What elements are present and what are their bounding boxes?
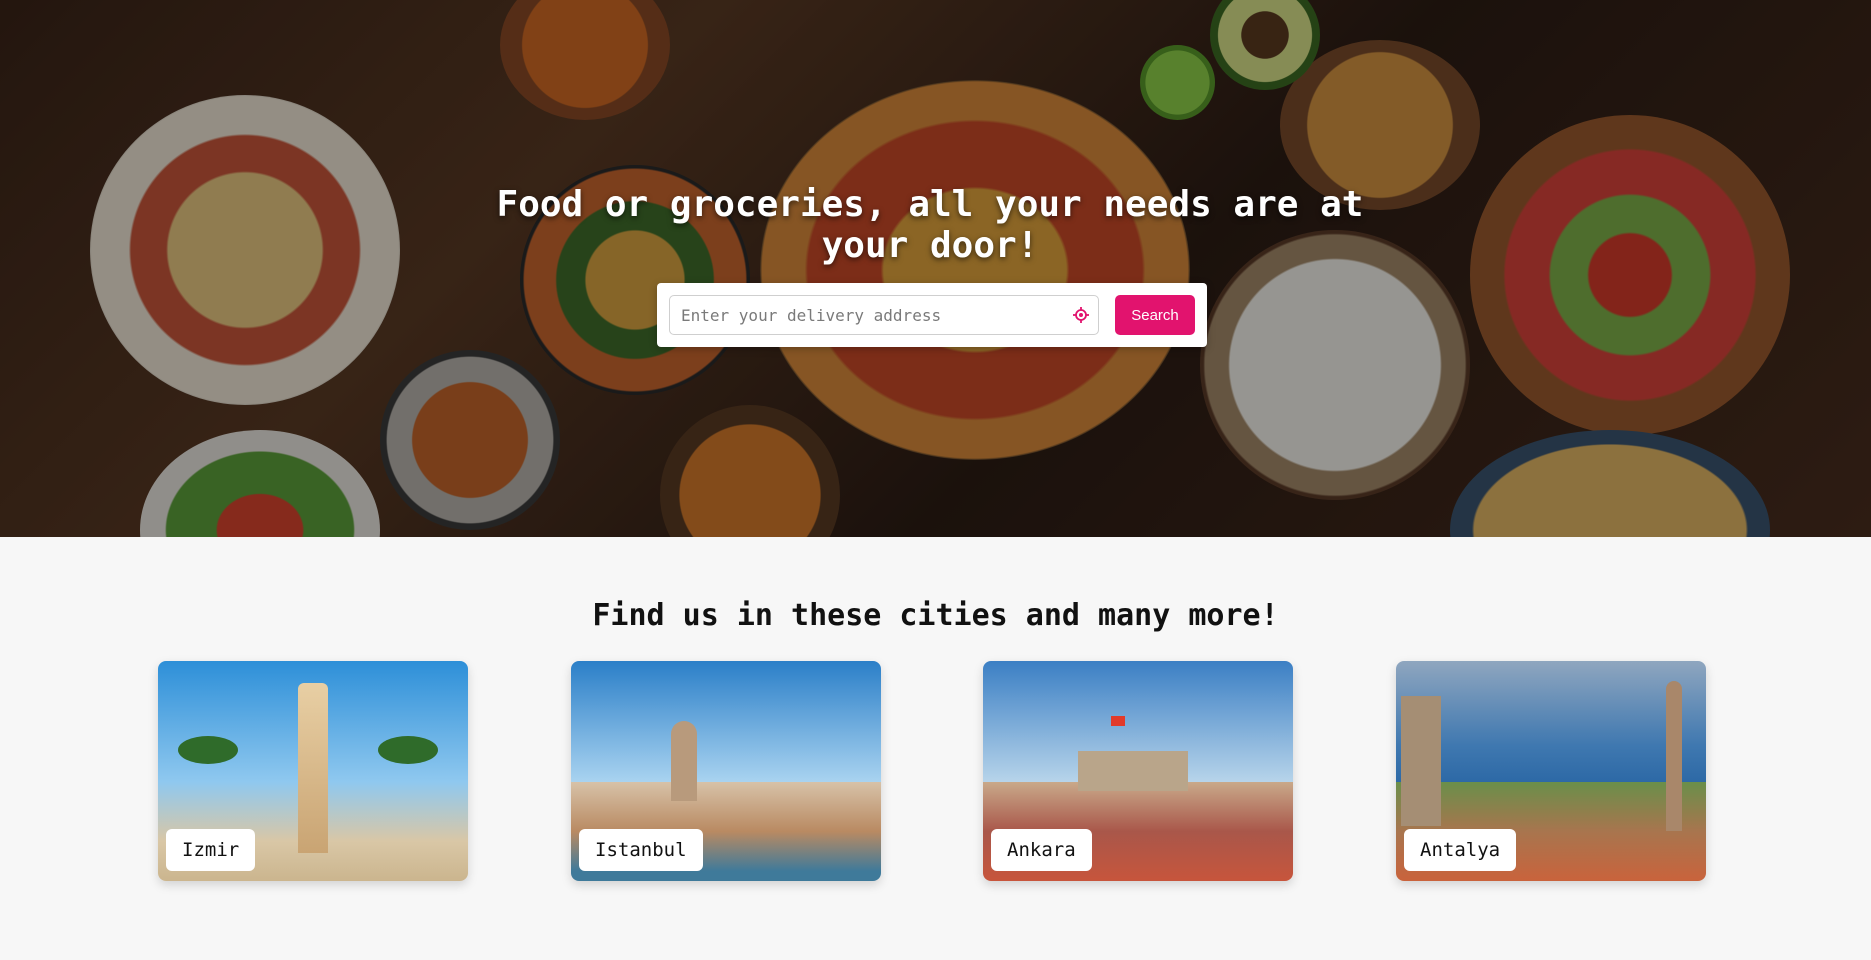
hero-title: Food or groceries, all your needs are at… [496,184,1364,266]
city-card-izmir[interactable]: Izmir [158,661,468,881]
minaret-image [1666,681,1682,831]
antalya-sea-image [1396,661,1706,782]
delivery-address-input[interactable] [669,295,1099,335]
hero-banner: Food or groceries, all your needs are at… [0,0,1871,537]
hero-overlay [0,0,1871,537]
clock-tower-image [1401,696,1441,826]
city-label: Istanbul [579,829,703,871]
address-search-box: Search [657,283,1207,347]
flag-image [1111,716,1125,726]
city-card-istanbul[interactable]: Istanbul [571,661,881,881]
cities-section-title: Find us in these cities and many more! [592,598,1279,633]
ankara-castle-image [1078,751,1188,791]
istanbul-sky-image [571,661,881,782]
galata-tower-image [671,721,697,801]
city-card-ankara[interactable]: Ankara [983,661,1293,881]
crosshair-location-icon[interactable] [1073,307,1089,323]
clock-tower-image [298,683,328,853]
palm-tree-image [178,736,238,764]
city-label: Ankara [991,829,1092,871]
city-label: Antalya [1404,829,1517,871]
search-button[interactable]: Search [1115,295,1195,335]
palm-tree-image [378,736,438,764]
city-card-antalya[interactable]: Antalya [1396,661,1706,881]
city-label: Izmir [166,829,256,871]
